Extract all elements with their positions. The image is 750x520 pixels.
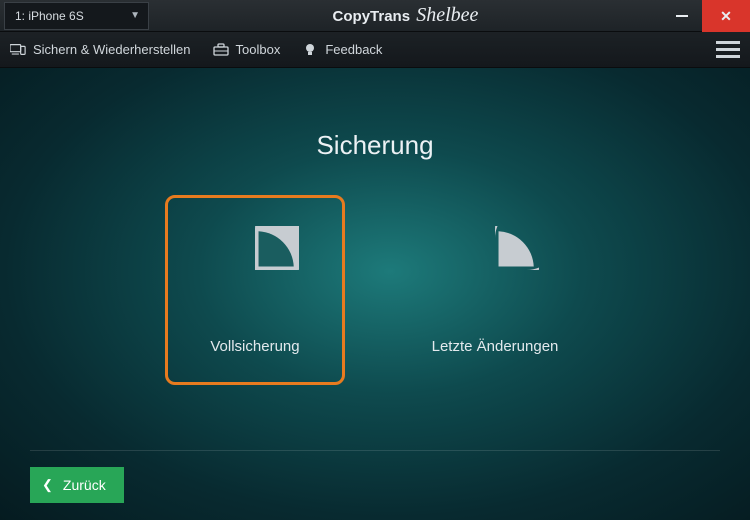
app-name-script: Shelbee [416,4,478,26]
back-button[interactable]: ❮ Zurück [30,467,124,503]
pie-full-icon [211,226,299,314]
close-icon: ✕ [720,8,732,25]
device-selector[interactable]: 1: iPhone 6S ▼ [4,2,149,30]
backup-options: Vollsicherung Letzte Änderungen [165,195,585,385]
menu-feedback[interactable]: Feedback [302,42,382,57]
menubar: Sichern & Wiederherstellen Toolbox Feedb… [0,32,750,68]
hamburger-icon [716,41,740,44]
chevron-left-icon: ❮ [42,477,53,493]
minimize-button[interactable] [662,0,702,32]
device-selected-label: 1: iPhone 6S [15,9,84,23]
page-title: Sicherung [316,130,433,161]
chevron-down-icon: ▼ [130,10,140,21]
titlebar: 1: iPhone 6S ▼ CopyTrans Shelbee ✕ [0,0,750,32]
menu-label: Feedback [325,42,382,57]
window-controls: ✕ [662,0,750,31]
menu-label: Toolbox [236,42,281,57]
menu-label: Sichern & Wiederherstellen [33,42,191,57]
menu-toolbox[interactable]: Toolbox [213,42,281,57]
back-label: Zurück [63,477,106,493]
bulb-icon [302,43,318,57]
option-full-backup[interactable]: Vollsicherung [165,195,345,385]
pie-partial-icon [451,226,539,314]
devices-icon [10,43,26,57]
option-latest-changes[interactable]: Letzte Änderungen [405,195,585,385]
option-label: Vollsicherung [210,338,299,355]
minimize-icon [676,15,688,17]
footer: ❮ Zurück [0,450,750,520]
app-name-bold: CopyTrans [333,8,411,25]
hamburger-menu[interactable] [716,41,740,58]
divider [30,450,720,451]
close-button[interactable]: ✕ [702,0,750,32]
app-title: CopyTrans Shelbee [149,4,662,27]
toolbox-icon [213,43,229,57]
main-content: Sicherung Vollsicherung Letzte Änderunge… [0,68,750,520]
menu-backup-restore[interactable]: Sichern & Wiederherstellen [10,42,191,57]
option-label: Letzte Änderungen [432,338,559,355]
